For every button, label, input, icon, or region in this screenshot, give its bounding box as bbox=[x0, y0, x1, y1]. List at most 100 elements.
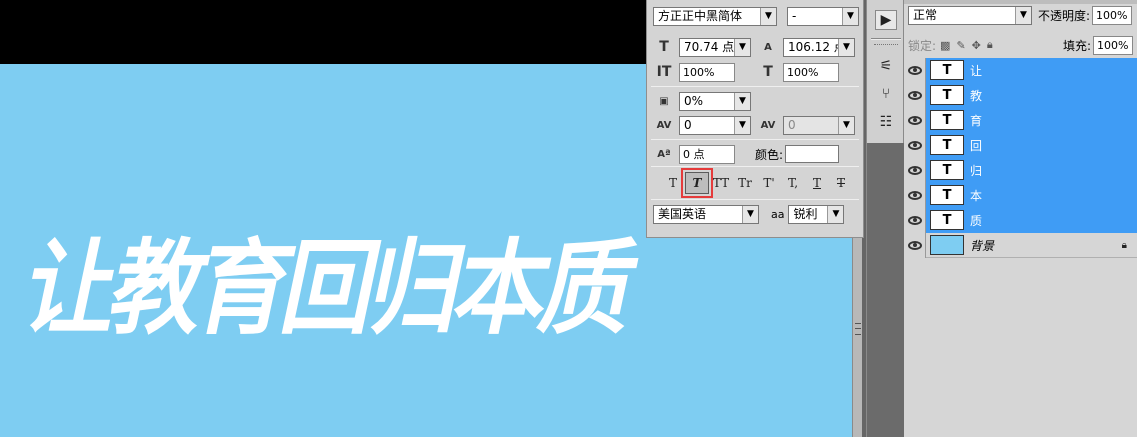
small-caps-button[interactable]: Tr bbox=[733, 172, 757, 194]
layer-row[interactable]: T回 bbox=[904, 132, 1137, 158]
lock-image-icon[interactable]: ✎ bbox=[956, 39, 965, 52]
font-style-select[interactable]: - ▼ bbox=[787, 7, 859, 26]
font-family-value: 方正正中黑简体 bbox=[658, 9, 743, 23]
layer-name: 归 bbox=[970, 163, 983, 178]
layer-thumbnail: T bbox=[930, 135, 964, 155]
play-icon[interactable]: ▶ bbox=[875, 10, 897, 30]
opacity-input[interactable]: 100% bbox=[1092, 6, 1133, 25]
kerning-icon: AV bbox=[656, 119, 672, 131]
canvas-headline-text[interactable]: 让教育回归本质 bbox=[14, 229, 641, 349]
visibility-eye-icon[interactable] bbox=[904, 82, 926, 108]
chevron-down-icon: ▼ bbox=[838, 116, 854, 134]
chevron-down-icon: ▼ bbox=[827, 206, 844, 223]
photoshop-window: 让教育回归本质 方正正中黑简体 ▼ - ▼ T 70.74 点 ▼ A 106.… bbox=[0, 0, 1137, 437]
tsume-select[interactable]: 0% ▼ bbox=[679, 91, 751, 111]
layer-name: 质 bbox=[970, 213, 983, 228]
superscript-button[interactable]: T' bbox=[757, 172, 781, 194]
visibility-eye-icon[interactable] bbox=[904, 232, 926, 258]
panel-dock-column: ▶ ⚟ ⑂ ☷ bbox=[866, 0, 905, 437]
language-value: 美国英语 bbox=[658, 207, 707, 221]
layers-panel: 正常 ▼ 不透明度: 100% 锁定: ▩ ✎ ✥ 🔒︎ 填充: 100% T让… bbox=[904, 0, 1137, 437]
antialias-value: 锐利 bbox=[793, 207, 818, 221]
antialias-select[interactable]: 锐利 ▼ bbox=[788, 205, 845, 224]
vertical-scale-icon: IT bbox=[656, 64, 672, 80]
layer-row[interactable]: T归 bbox=[904, 157, 1137, 183]
chevron-down-icon: ▼ bbox=[1015, 7, 1031, 24]
chevron-down-icon: ▼ bbox=[734, 38, 750, 56]
divider bbox=[651, 199, 859, 200]
chevron-down-icon: ▼ bbox=[734, 92, 750, 110]
blend-mode-select[interactable]: 正常 ▼ bbox=[908, 6, 1032, 25]
strikethrough-button[interactable]: T bbox=[829, 172, 853, 194]
font-style-value: - bbox=[792, 9, 797, 23]
divider bbox=[651, 166, 859, 167]
faux-bold-button[interactable]: T bbox=[661, 172, 685, 194]
layer-name: 本 bbox=[970, 188, 983, 203]
horizontal-scale-input[interactable]: 100% bbox=[783, 62, 839, 82]
visibility-eye-icon[interactable] bbox=[904, 157, 926, 183]
fill-label: 填充: bbox=[1062, 38, 1091, 53]
vertical-scale-input[interactable]: 100% bbox=[679, 62, 735, 82]
layer-name: 育 bbox=[970, 113, 983, 128]
dock-grip[interactable] bbox=[874, 44, 898, 47]
clone-source-icon[interactable]: ⑂ bbox=[875, 84, 897, 104]
language-select[interactable]: 美国英语 ▼ bbox=[653, 205, 759, 224]
lock-label: 锁定: bbox=[908, 38, 937, 53]
lock-transparent-icon[interactable]: ▩ bbox=[940, 39, 950, 52]
baseline-shift-input[interactable]: 0 点 bbox=[679, 144, 735, 164]
visibility-eye-icon[interactable] bbox=[904, 107, 926, 133]
lock-icon: 🔒︎ bbox=[1121, 239, 1127, 251]
visibility-eye-icon[interactable] bbox=[904, 57, 926, 83]
panel-resize-grip[interactable] bbox=[855, 323, 861, 335]
panel-tab-strip bbox=[904, 0, 1137, 4]
layer-row-background[interactable]: 背景 🔒︎ bbox=[904, 232, 1137, 258]
kerning-select[interactable]: 0 ▼ bbox=[679, 115, 751, 135]
layer-name: 背景 bbox=[970, 238, 995, 253]
divider bbox=[651, 139, 859, 140]
font-size-value: 70.74 点 bbox=[684, 39, 735, 54]
visibility-eye-icon[interactable] bbox=[904, 207, 926, 233]
character-panel: 方正正中黑简体 ▼ - ▼ T 70.74 点 ▼ A 106.12 点 ▼ I… bbox=[646, 0, 864, 238]
chevron-down-icon: ▼ bbox=[760, 8, 776, 25]
layer-row[interactable]: T让 bbox=[904, 57, 1137, 83]
tracking-select[interactable]: 0 ▼ bbox=[783, 115, 855, 135]
kerning-value: 0 bbox=[684, 117, 692, 132]
underline-button[interactable]: T bbox=[805, 172, 829, 194]
layer-thumbnail: T bbox=[930, 60, 964, 80]
layer-name: 回 bbox=[970, 138, 983, 153]
faux-italic-button[interactable]: T bbox=[681, 168, 713, 198]
all-caps-button[interactable]: TT bbox=[709, 172, 733, 194]
layer-name: 教 bbox=[970, 88, 983, 103]
chevron-down-icon: ▼ bbox=[742, 206, 758, 223]
color-label: 颜色: bbox=[755, 147, 784, 162]
dock-empty-area bbox=[867, 143, 905, 437]
horizontal-scale-icon: T bbox=[763, 64, 773, 80]
layer-row[interactable]: T育 bbox=[904, 107, 1137, 133]
visibility-eye-icon[interactable] bbox=[904, 182, 926, 208]
font-size-select[interactable]: 70.74 点 ▼ bbox=[679, 37, 751, 57]
fill-input[interactable]: 100% bbox=[1093, 35, 1133, 55]
layer-name: 让 bbox=[970, 63, 983, 78]
leading-icon: A bbox=[764, 41, 772, 53]
chevron-down-icon: ▼ bbox=[842, 8, 858, 25]
lock-position-icon[interactable]: ✥ bbox=[972, 39, 981, 52]
color-swatch[interactable] bbox=[785, 145, 840, 163]
tool-presets-icon[interactable]: ☷ bbox=[875, 112, 897, 132]
tsume-icon: ▣ bbox=[659, 95, 669, 107]
layer-thumbnail: T bbox=[930, 185, 964, 205]
layer-thumbnail: T bbox=[930, 110, 964, 130]
font-family-select[interactable]: 方正正中黑简体 ▼ bbox=[653, 7, 777, 26]
layer-thumbnail bbox=[930, 235, 964, 255]
visibility-eye-icon[interactable] bbox=[904, 132, 926, 158]
baseline-shift-icon: Aª bbox=[657, 148, 671, 160]
subscript-button[interactable]: T, bbox=[781, 172, 805, 194]
layer-row[interactable]: T教 bbox=[904, 82, 1137, 108]
leading-select[interactable]: 106.12 点 ▼ bbox=[783, 37, 855, 57]
layer-row[interactable]: T本 bbox=[904, 182, 1137, 208]
lock-all-icon[interactable]: 🔒︎ bbox=[987, 38, 993, 52]
brush-settings-icon[interactable]: ⚟ bbox=[875, 56, 897, 76]
layer-row[interactable]: T质 bbox=[904, 207, 1137, 233]
layer-thumbnail: T bbox=[930, 85, 964, 105]
tracking-value: 0 bbox=[788, 117, 796, 132]
layers-empty-area bbox=[904, 258, 1137, 437]
